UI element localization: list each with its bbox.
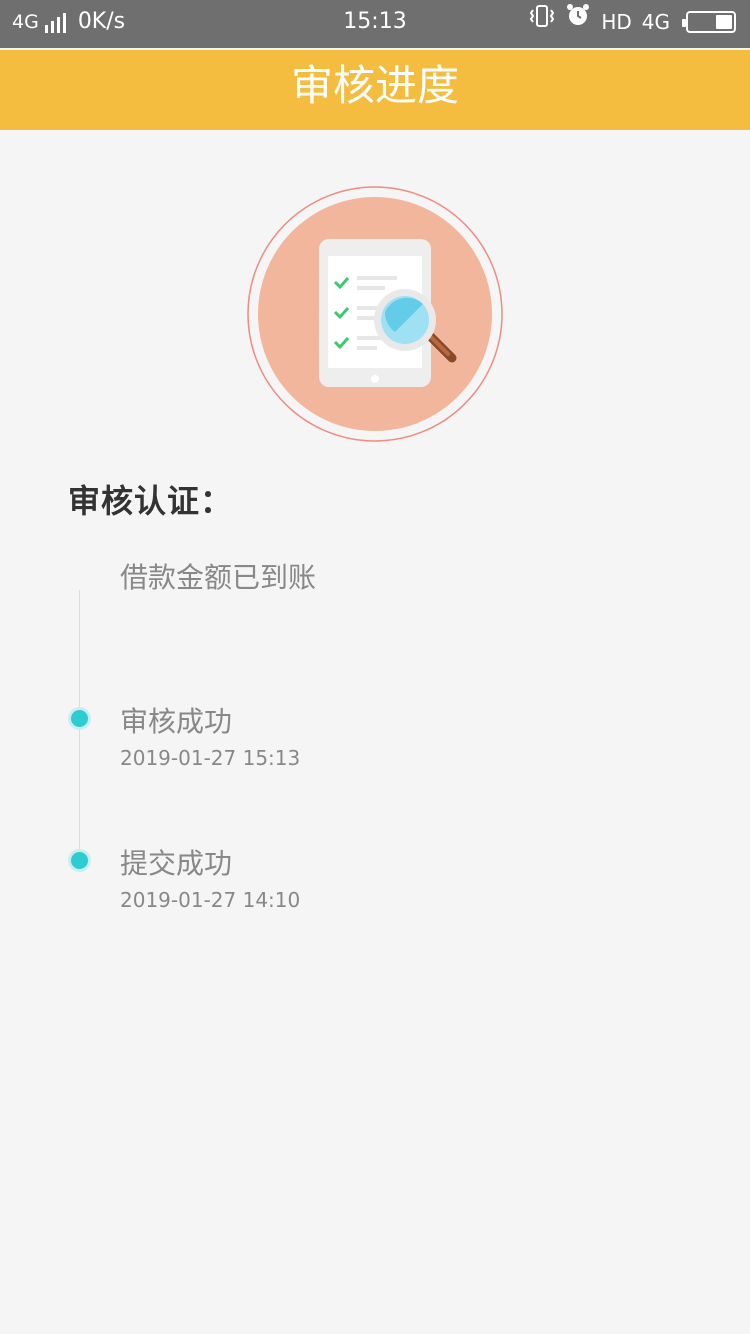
tablet-checklist-magnifier-icon <box>245 184 505 444</box>
step-title: 借款金额已到账 <box>120 561 317 594</box>
network-type-right: 4G <box>641 10 670 34</box>
battery-icon <box>682 11 736 33</box>
step-time: 2019-01-27 15:13 <box>120 746 301 770</box>
step-time: 2019-01-27 14:10 <box>120 888 301 912</box>
status-bar: 4G 0K/s 15:13 HD 4G <box>0 0 750 48</box>
section-title: 审核认证： <box>68 482 234 520</box>
status-right: HD 4G <box>529 0 736 44</box>
page-title: 审核进度 <box>0 50 750 130</box>
page: 4G 0K/s 15:13 HD 4G 审核进度 审核认证： 借款金额已到账 审… <box>0 0 750 1334</box>
step-dot <box>68 849 91 872</box>
step-title: 审核成功 <box>120 705 233 738</box>
hd-label: HD <box>601 10 632 34</box>
step-dot <box>68 707 91 730</box>
vibrate-icon <box>529 0 555 44</box>
alarm-icon <box>565 0 591 44</box>
step-title: 提交成功 <box>120 847 233 880</box>
